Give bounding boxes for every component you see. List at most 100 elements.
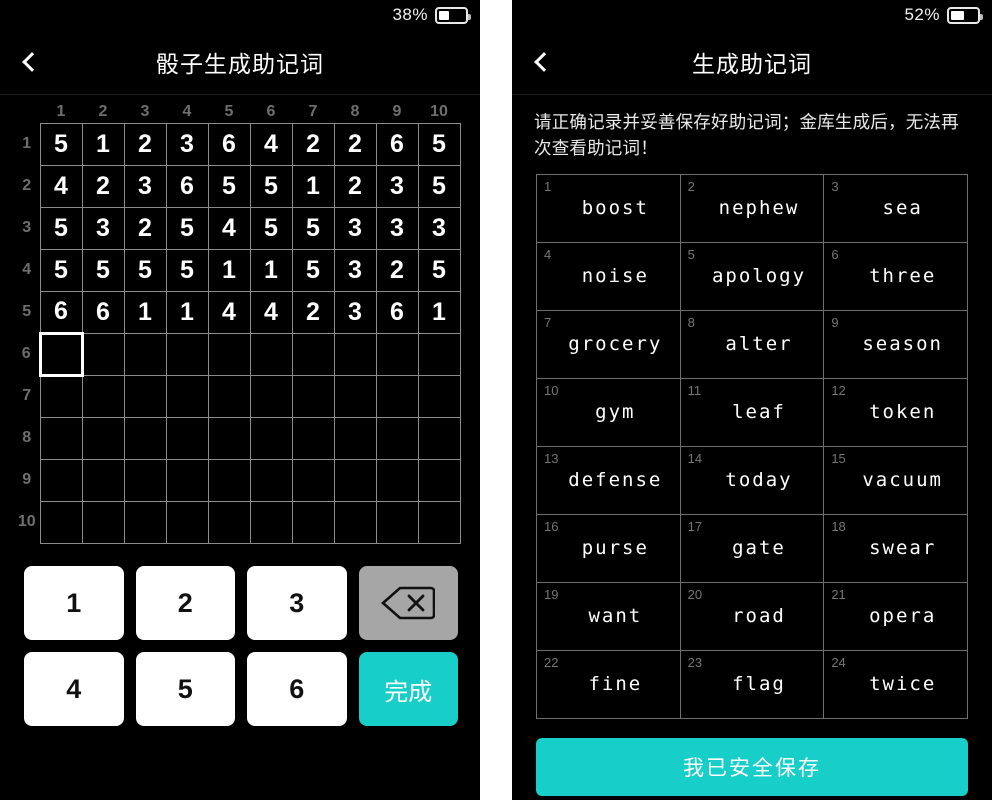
dice-cell-r9-c5[interactable] [207,458,251,502]
dice-cell-r6-c5[interactable] [207,332,251,376]
key-3[interactable]: 3 [247,566,347,640]
dice-cell-r4-c1[interactable]: 5 [39,248,83,292]
dice-cell-r4-c2[interactable]: 5 [81,248,125,292]
key-2[interactable]: 2 [135,566,235,640]
dice-cell-r6-c7[interactable] [291,332,335,376]
dice-cell-r1-c2[interactable]: 1 [81,122,125,166]
dice-cell-r4-c8[interactable]: 3 [333,248,377,292]
dice-cell-r5-c4[interactable]: 1 [165,290,209,334]
confirm-saved-button[interactable]: 我已安全保存 [536,738,968,796]
dice-cell-r3-c2[interactable]: 3 [81,206,125,250]
dice-cell-r5-c9[interactable]: 6 [375,290,419,334]
dice-cell-r9-c3[interactable] [123,458,167,502]
dice-cell-r1-c8[interactable]: 2 [333,122,377,166]
dice-cell-r7-c1[interactable] [39,374,83,418]
dice-cell-r7-c2[interactable] [81,374,125,418]
dice-cell-r4-c5[interactable]: 1 [207,248,251,292]
dice-cell-r10-c3[interactable] [123,500,167,544]
dice-cell-r3-c4[interactable]: 5 [165,206,209,250]
dice-cell-r3-c5[interactable]: 4 [207,206,251,250]
dice-cell-r7-c3[interactable] [123,374,167,418]
dice-cell-r5-c8[interactable]: 3 [333,290,377,334]
back-button[interactable] [512,30,570,95]
dice-keypad[interactable]: 1 2 3 4 5 6 完成 [24,566,458,726]
dice-cell-r2-c1[interactable]: 4 [39,164,83,208]
dice-cell-r3-c7[interactable]: 5 [291,206,335,250]
dice-cell-r3-c8[interactable]: 3 [333,206,377,250]
dice-cell-r3-c6[interactable]: 5 [249,206,293,250]
dice-cell-r10-c6[interactable] [249,500,293,544]
dice-cell-r9-c8[interactable] [333,458,377,502]
dice-cell-r10-c10[interactable] [417,500,461,544]
dice-cell-r7-c6[interactable] [249,374,293,418]
dice-cell-r9-c1[interactable] [39,458,83,502]
dice-cell-r4-c10[interactable]: 5 [417,248,461,292]
dice-cell-r7-c9[interactable] [375,374,419,418]
dice-cell-r5-c6[interactable]: 4 [249,290,293,334]
key-1[interactable]: 1 [24,566,124,640]
dice-cell-r3-c1[interactable]: 5 [39,206,83,250]
dice-cell-r10-c7[interactable] [291,500,335,544]
dice-cell-r6-c4[interactable] [165,332,209,376]
dice-cell-r1-c5[interactable]: 6 [207,122,251,166]
dice-cell-r5-c7[interactable]: 2 [291,290,335,334]
dice-cell-r9-c6[interactable] [249,458,293,502]
dice-cell-r2-c7[interactable]: 1 [291,164,335,208]
dice-cell-r1-c6[interactable]: 4 [249,122,293,166]
dice-cell-r5-c10[interactable]: 1 [417,290,461,334]
done-key[interactable]: 完成 [358,652,458,726]
dice-cell-r1-c9[interactable]: 6 [375,122,419,166]
dice-cell-r1-c1[interactable]: 5 [39,122,83,166]
dice-cell-r4-c9[interactable]: 2 [375,248,419,292]
dice-cell-r4-c6[interactable]: 1 [249,248,293,292]
dice-cell-r10-c1[interactable] [39,500,83,544]
dice-cell-r10-c9[interactable] [375,500,419,544]
dice-cell-r6-c10[interactable] [417,332,461,376]
dice-cell-r7-c4[interactable] [165,374,209,418]
dice-cell-r8-c2[interactable] [81,416,125,460]
dice-cell-r2-c6[interactable]: 5 [249,164,293,208]
dice-cell-r8-c7[interactable] [291,416,335,460]
dice-cell-r2-c8[interactable]: 2 [333,164,377,208]
dice-cell-r8-c6[interactable] [249,416,293,460]
dice-grid[interactable]: 1 2 3 4 5 6 7 8 9 10 1 5 1 2 3 6 4 2 2 6 5 2 4 2 3 6 5 5 1 2 3 5 3 5 3 2 5 4 5… [14,101,461,544]
dice-cell-r2-c5[interactable]: 5 [207,164,251,208]
dice-cell-r2-c2[interactable]: 2 [81,164,125,208]
dice-cell-r5-c2[interactable]: 6 [81,290,125,334]
dice-cell-r10-c5[interactable] [207,500,251,544]
dice-cell-r5-c1[interactable]: 6 [39,290,83,334]
dice-cell-r2-c4[interactable]: 6 [165,164,209,208]
dice-cell-r1-c3[interactable]: 2 [123,122,167,166]
dice-cell-r6-c3[interactable] [123,332,167,376]
dice-cell-r1-c7[interactable]: 2 [291,122,335,166]
dice-cell-r2-c10[interactable]: 5 [417,164,461,208]
dice-cell-r8-c5[interactable] [207,416,251,460]
dice-cell-r7-c5[interactable] [207,374,251,418]
dice-cell-r10-c2[interactable] [81,500,125,544]
dice-cell-r7-c10[interactable] [417,374,461,418]
dice-cell-r10-c4[interactable] [165,500,209,544]
dice-cell-r8-c4[interactable] [165,416,209,460]
dice-cell-r9-c2[interactable] [81,458,125,502]
dice-cell-r5-c3[interactable]: 1 [123,290,167,334]
dice-cell-r5-c5[interactable]: 4 [207,290,251,334]
dice-cell-r6-c2[interactable] [81,332,125,376]
dice-cell-r2-c9[interactable]: 3 [375,164,419,208]
dice-cell-r7-c7[interactable] [291,374,335,418]
dice-cell-r8-c9[interactable] [375,416,419,460]
dice-cell-r3-c9[interactable]: 3 [375,206,419,250]
dice-cell-r4-c7[interactable]: 5 [291,248,335,292]
dice-cell-r9-c9[interactable] [375,458,419,502]
dice-cell-r1-c10[interactable]: 5 [417,122,461,166]
key-5[interactable]: 5 [135,652,235,726]
dice-cell-r8-c8[interactable] [333,416,377,460]
dice-cell-r9-c7[interactable] [291,458,335,502]
dice-cell-r7-c8[interactable] [333,374,377,418]
dice-cell-r8-c3[interactable] [123,416,167,460]
dice-cell-r8-c10[interactable] [417,416,461,460]
dice-cell-r9-c4[interactable] [165,458,209,502]
back-button[interactable] [0,30,58,95]
dice-cell-r6-c6[interactable] [249,332,293,376]
key-4[interactable]: 4 [24,652,124,726]
dice-cell-r2-c3[interactable]: 3 [123,164,167,208]
